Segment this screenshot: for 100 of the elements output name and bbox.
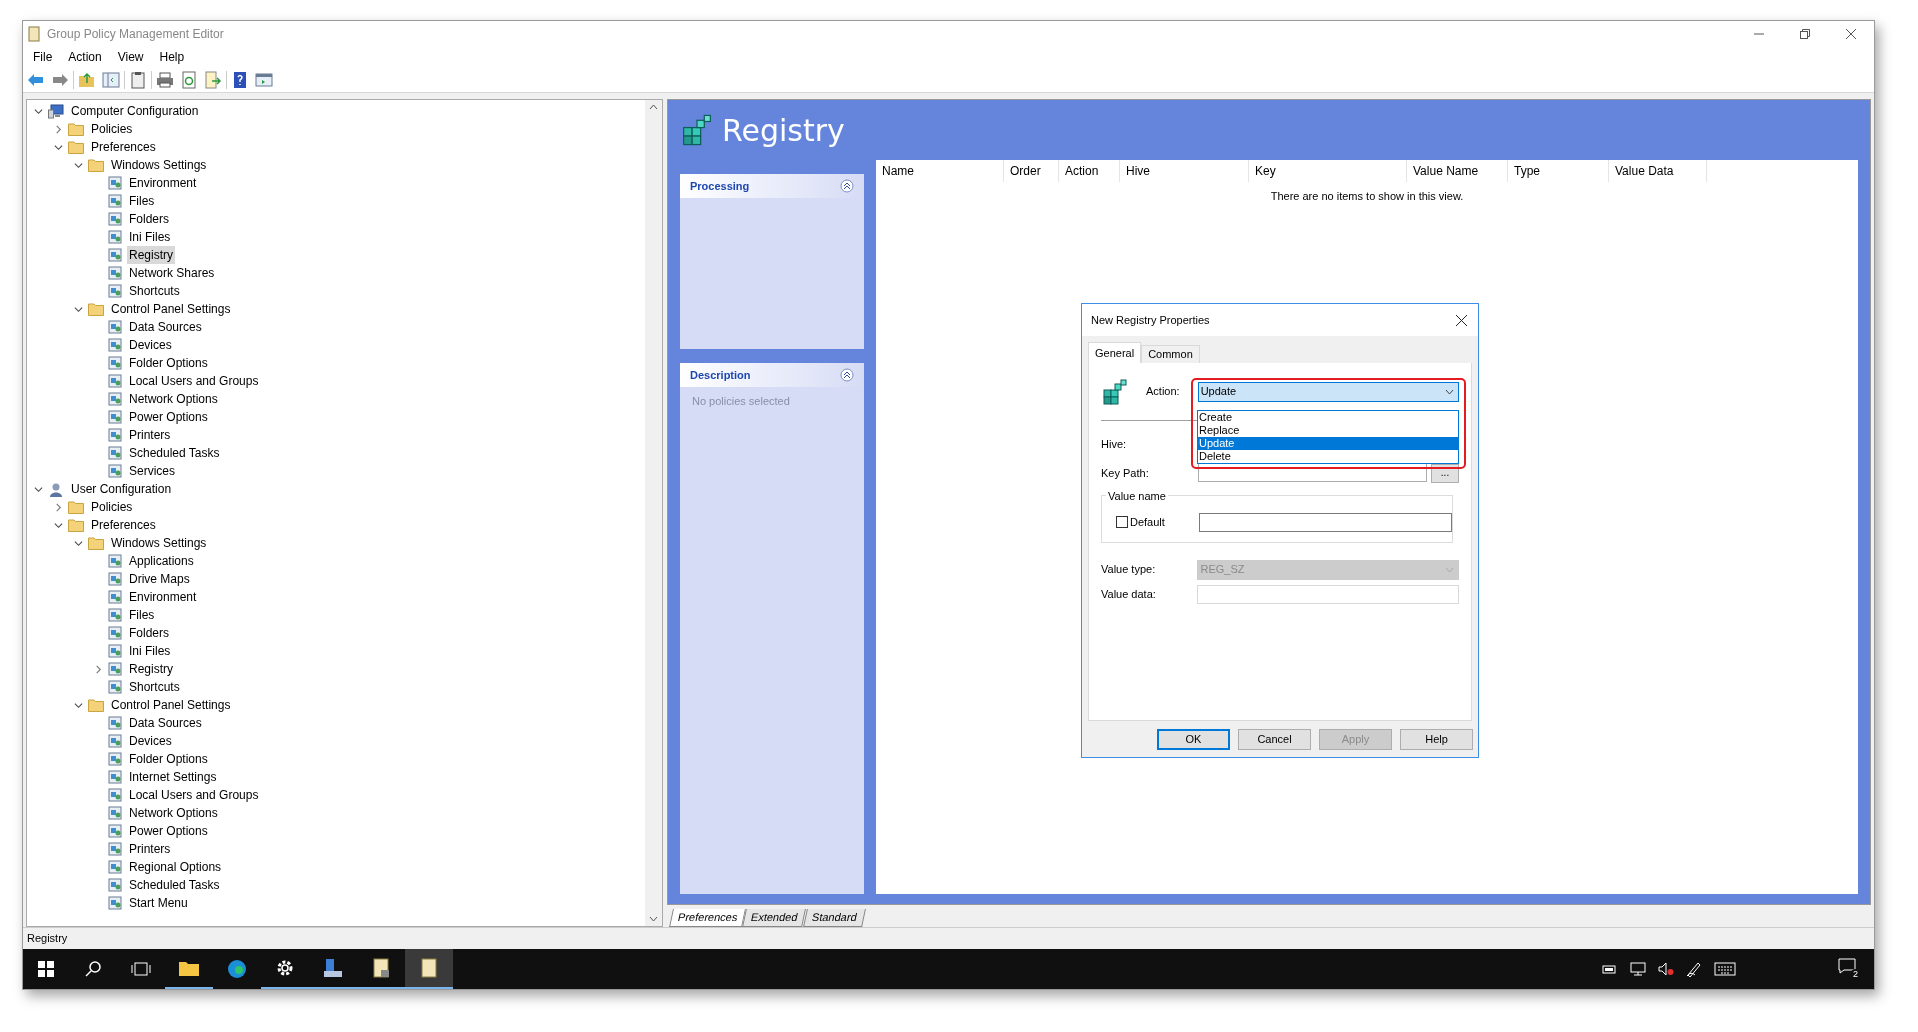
tree-item[interactable]: Folder Options [127, 354, 210, 372]
pen-icon[interactable] [1686, 961, 1702, 977]
menu-item[interactable]: Help [153, 48, 191, 66]
chevron-right-icon[interactable] [53, 124, 63, 134]
chevron-down-icon[interactable] [73, 538, 83, 548]
action-dropdown[interactable]: Update [1197, 381, 1459, 402]
default-checkbox[interactable] [1116, 516, 1128, 528]
tree-item[interactable]: Devices [127, 336, 174, 354]
tree-item[interactable]: Start Menu [127, 894, 190, 912]
tree-item[interactable]: Folders [127, 624, 171, 642]
scrollbar[interactable] [645, 100, 662, 926]
tree-item[interactable]: Control Panel Settings [109, 696, 233, 714]
chevron-down-icon[interactable] [33, 484, 43, 494]
column-header[interactable]: Action [1059, 160, 1120, 182]
setting-item-icon [108, 896, 122, 910]
dialog-button[interactable]: Help [1400, 729, 1473, 750]
tree-item[interactable]: Local Users and Groups [127, 786, 261, 804]
value-name-field[interactable] [1198, 512, 1452, 532]
scroll-up-icon[interactable] [649, 104, 658, 110]
dialog-button[interactable]: Cancel [1238, 729, 1311, 750]
tree-item[interactable]: Files [127, 606, 157, 624]
tree-item[interactable]: Computer Configuration [69, 102, 201, 120]
dropdown-option[interactable]: Replace [1198, 424, 1458, 437]
field-label: Hive: [1101, 436, 1127, 452]
menu-item[interactable]: File [27, 48, 59, 66]
dropdown-option[interactable]: Create [1198, 411, 1458, 424]
chevron-down-icon[interactable] [53, 520, 63, 530]
tree-item[interactable]: Network Shares [127, 264, 217, 282]
tree-item[interactable]: Shortcuts [127, 678, 182, 696]
view-tab[interactable]: Standard [802, 909, 866, 927]
value-data-field[interactable] [1197, 585, 1459, 604]
policy-editor-icon[interactable] [405, 949, 453, 989]
chevron-down-icon[interactable] [33, 106, 43, 116]
column-header[interactable]: Name [876, 160, 1004, 182]
dropdown-option[interactable]: Update [1198, 437, 1458, 450]
chevron-down-icon[interactable] [73, 304, 83, 314]
tree-item[interactable]: Files [127, 192, 157, 210]
tree-item[interactable]: Network Options [127, 390, 220, 408]
column-header[interactable]: Value Data [1609, 160, 1707, 182]
chevron-down-icon[interactable] [73, 700, 83, 710]
tree-item[interactable]: Regional Options [127, 858, 224, 876]
menu-item[interactable]: View [111, 48, 150, 66]
tree-item[interactable]: Services [127, 462, 177, 480]
tree-item[interactable]: Folder Options [127, 750, 210, 768]
tree-item[interactable]: Devices [127, 732, 174, 750]
dropdown-option[interactable]: Delete [1198, 450, 1458, 463]
scroll-down-icon[interactable] [649, 916, 658, 922]
tree-item[interactable]: Preferences [89, 516, 158, 534]
keyboard-icon[interactable] [1714, 962, 1736, 976]
battery-icon[interactable] [1602, 963, 1618, 975]
setting-item-icon [108, 662, 122, 676]
tree-item[interactable]: Ini Files [127, 642, 173, 660]
tree-item[interactable]: Drive Maps [127, 570, 192, 588]
tree-item[interactable]: Shortcuts [127, 282, 182, 300]
tree-item[interactable]: Network Options [127, 804, 220, 822]
collapse-icon[interactable] [840, 368, 854, 382]
tree-item[interactable]: Environment [127, 588, 199, 606]
collapse-icon[interactable] [840, 179, 854, 193]
tree-item[interactable]: User Configuration [69, 480, 174, 498]
tree-item[interactable]: Policies [89, 498, 135, 516]
chevron-right-icon[interactable] [53, 502, 63, 512]
tree-item[interactable]: Folders [127, 210, 171, 228]
tree-item[interactable]: Internet Settings [127, 768, 219, 786]
tree-item[interactable]: Scheduled Tasks [127, 876, 222, 894]
column-header[interactable]: Hive [1120, 160, 1249, 182]
dialog-button[interactable]: OK [1157, 729, 1230, 750]
view-tab[interactable]: Preferences [669, 909, 747, 927]
column-header[interactable]: Order [1004, 160, 1059, 182]
dialog-tab[interactable]: General [1088, 342, 1142, 363]
export-icon[interactable] [202, 68, 224, 91]
tree-item[interactable]: Registry [127, 660, 175, 678]
network-icon[interactable] [1630, 962, 1646, 976]
tree-item[interactable]: Printers [127, 426, 173, 444]
tree-item[interactable]: Power Options [127, 822, 210, 840]
muted-speaker-icon[interactable] [1658, 962, 1674, 976]
tree-item[interactable]: Printers [127, 840, 173, 858]
tree-item[interactable]: Windows Settings [109, 156, 209, 174]
tree-item[interactable]: Registry [127, 246, 175, 264]
chevron-down-icon[interactable] [73, 160, 83, 170]
tree-item[interactable]: Scheduled Tasks [127, 444, 222, 462]
tree-item[interactable]: Data Sources [127, 714, 204, 732]
chevron-down-icon[interactable] [53, 142, 63, 152]
column-header[interactable]: Key [1249, 160, 1407, 182]
menu-item[interactable]: Action [62, 48, 108, 66]
tree-item[interactable]: Control Panel Settings [109, 300, 233, 318]
dialog-tab[interactable]: Common [1141, 345, 1200, 363]
tree-item[interactable]: Windows Settings [109, 534, 209, 552]
tree-item[interactable]: Data Sources [127, 318, 204, 336]
tree-item[interactable]: Local Users and Groups [127, 372, 261, 390]
view-tab[interactable]: Extended [742, 909, 807, 927]
tree-item[interactable]: Ini Files [127, 228, 173, 246]
tree-item[interactable]: Environment [127, 174, 199, 192]
tree-item[interactable]: Preferences [89, 138, 158, 156]
tree-item[interactable]: Power Options [127, 408, 210, 426]
setting-item-icon [108, 464, 122, 478]
column-header[interactable]: Value Name [1407, 160, 1508, 182]
tree-item[interactable]: Policies [89, 120, 135, 138]
chevron-right-icon[interactable] [93, 664, 103, 674]
tree-item[interactable]: Applications [127, 552, 196, 570]
column-header[interactable]: Type [1508, 160, 1609, 182]
